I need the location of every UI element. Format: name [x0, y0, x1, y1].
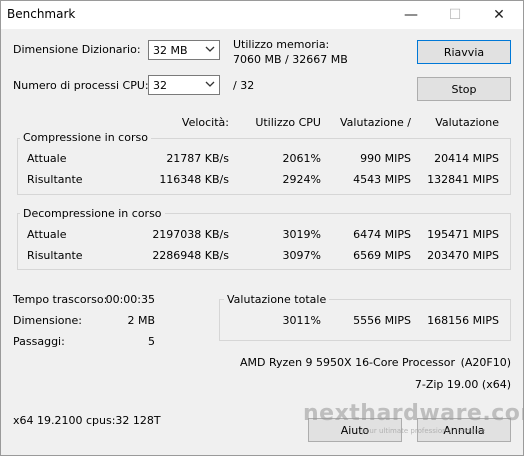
restart-button[interactable]: Riavvia — [417, 40, 511, 64]
row-label: Attuale — [27, 228, 67, 241]
stop-button[interactable]: Stop — [417, 77, 511, 101]
build-info: x64 19.2100 cpus:32 128T — [13, 414, 161, 427]
cpu-threads-select[interactable]: 32 — [148, 75, 220, 95]
row-label: Attuale — [27, 152, 67, 165]
window-title: Benchmark — [7, 7, 76, 21]
elapsed-time-value: 00:00:35 — [105, 293, 155, 306]
total-cpu-value: 3011% — [282, 314, 321, 327]
decompression-title: Decompressione in corso — [20, 207, 165, 220]
minimize-icon: — — [404, 7, 418, 23]
cpu-value: 3097% — [282, 249, 321, 262]
close-icon: ✕ — [493, 7, 505, 23]
cpu-threads-value: 32 — [153, 78, 167, 92]
column-rating-per: Valutazione / — [340, 116, 411, 129]
dictionary-size-value: 32 MB — [153, 43, 188, 57]
row-label: Risultante — [27, 173, 83, 186]
rating-per-value: 990 MIPS — [360, 152, 411, 165]
rating-value: 203470 MIPS — [427, 249, 499, 262]
column-rating: Valutazione — [435, 116, 499, 129]
total-rating-per-value: 5556 MIPS — [353, 314, 411, 327]
rating-value: 132841 MIPS — [427, 173, 499, 186]
cpu-value: 2061% — [282, 152, 321, 165]
total-rating-value: 168156 MIPS — [427, 314, 499, 327]
rating-per-value: 6474 MIPS — [353, 228, 411, 241]
memory-usage-value: 7060 MB / 32667 MB — [233, 53, 348, 66]
size-label: Dimensione: — [13, 314, 82, 327]
rating-per-value: 4543 MIPS — [353, 173, 411, 186]
column-cpu-usage: Utilizzo CPU — [255, 116, 321, 129]
rating-per-value: 6569 MIPS — [353, 249, 411, 262]
speed-value: 116348 KB/s — [159, 173, 229, 186]
cpu-name: AMD Ryzen 9 5950X 16-Core Processor — [240, 356, 455, 369]
rating-value: 20414 MIPS — [434, 152, 499, 165]
dictionary-size-select[interactable]: 32 MB — [148, 40, 220, 60]
compression-group — [17, 138, 511, 195]
rating-value: 195471 MIPS — [427, 228, 499, 241]
speed-value: 21787 KB/s — [166, 152, 229, 165]
column-speed: Velocità: — [181, 116, 229, 129]
chevron-down-icon — [205, 81, 215, 87]
cpu-threads-label: Numero di processi CPU: — [13, 79, 149, 92]
minimize-button[interactable]: — — [389, 1, 433, 29]
compression-title: Compressione in corso — [20, 131, 151, 144]
benchmark-window: Benchmark — ☐ ✕ Dimensione Dizionario: 3… — [0, 0, 524, 456]
help-button[interactable]: Aiuto — [308, 418, 402, 442]
chevron-down-icon — [205, 46, 215, 52]
maximize-button[interactable]: ☐ — [433, 1, 477, 29]
passes-value: 5 — [148, 335, 155, 348]
dictionary-size-label: Dimensione Dizionario: — [13, 43, 141, 56]
cpu-id: (A20F10) — [460, 356, 511, 369]
close-button[interactable]: ✕ — [477, 1, 521, 29]
cancel-button[interactable]: Annulla — [417, 418, 511, 442]
app-version: 7-Zip 19.00 (x64) — [414, 378, 511, 391]
size-value: 2 MB — [127, 314, 155, 327]
cpu-value: 3019% — [282, 228, 321, 241]
row-label: Risultante — [27, 249, 83, 262]
cpu-threads-max: / 32 — [233, 79, 255, 92]
speed-value: 2286948 KB/s — [152, 249, 229, 262]
passes-label: Passaggi: — [13, 335, 65, 348]
elapsed-time-label: Tempo trascorso: — [13, 293, 108, 306]
total-rating-title: Valutazione totale — [224, 293, 330, 306]
title-bar: Benchmark — ☐ ✕ — [1, 1, 523, 29]
maximize-icon: ☐ — [448, 7, 462, 23]
memory-usage-label: Utilizzo memoria: — [233, 38, 330, 51]
speed-value: 2197038 KB/s — [152, 228, 229, 241]
cpu-value: 2924% — [282, 173, 321, 186]
